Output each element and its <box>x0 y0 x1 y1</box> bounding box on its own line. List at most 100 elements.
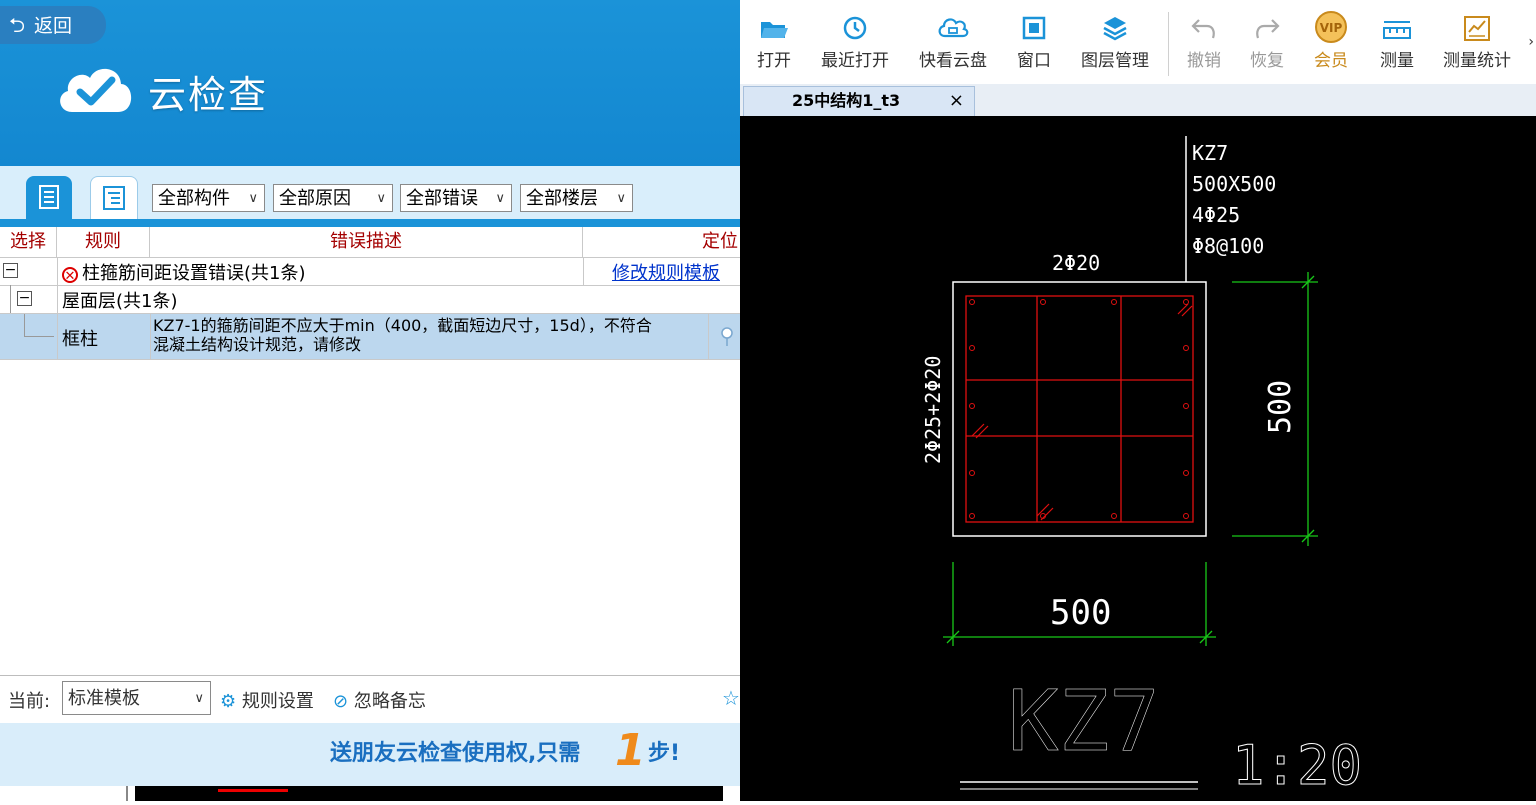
layer-manager-button[interactable]: 图层管理 <box>1078 14 1152 71</box>
redo-button[interactable]: 恢复 <box>1247 14 1287 71</box>
floor-group-row[interactable]: − 屋面层(共1条) <box>0 285 740 314</box>
back-label: 返回 <box>34 15 73 37</box>
strip-red-mark <box>218 789 288 792</box>
stirrup-hooks <box>971 303 1193 521</box>
promo-banner[interactable]: 送朋友云检查使用权,只需 1 步! <box>0 723 740 786</box>
dim-right-value: 500 <box>1263 380 1298 434</box>
error-description: KZ7-1的箍筋间距不应大于min（400，截面短边尺寸，15d），不符合 混凝… <box>153 316 652 354</box>
reason-filter-select[interactable]: 全部原因 ∨ <box>273 184 393 212</box>
window-label: 窗口 <box>1017 51 1051 71</box>
error-filter-select[interactable]: 全部错误 ∨ <box>400 184 512 212</box>
measure-stats-button[interactable]: 测量统计 <box>1440 14 1514 71</box>
clock-history-icon <box>843 16 867 40</box>
open-button[interactable]: 打开 <box>754 14 794 71</box>
open-label: 打开 <box>757 51 791 71</box>
measure-button[interactable]: 测量 <box>1377 14 1417 71</box>
grid-line <box>150 314 151 359</box>
column-header-select[interactable]: 选择 <box>0 227 57 257</box>
leader-text-size: 500X500 <box>1192 172 1276 196</box>
undo-button[interactable]: 撤销 <box>1184 14 1224 71</box>
floor-filter-select[interactable]: 全部楼层 ∨ <box>520 184 633 212</box>
result-grid-header: 选择 规则 错误描述 定位 <box>0 227 740 258</box>
error-group-title-wrap: ✕ 柱箍筋间距设置错误(共1条) <box>62 259 306 285</box>
chevron-down-icon: ∨ <box>616 191 626 206</box>
redo-label: 恢复 <box>1250 51 1284 71</box>
measure-label: 测量 <box>1380 51 1414 71</box>
side-rebar-label: 2Φ25+2Φ20 <box>921 356 945 464</box>
top-rebar-label: 2Φ20 <box>1052 251 1100 275</box>
grid-line <box>57 257 58 285</box>
back-button[interactable]: ⮌ 返回 <box>0 6 106 44</box>
tree-view-button[interactable] <box>90 176 138 223</box>
dim-bottom-value: 500 <box>1050 593 1111 633</box>
ignore-memo-button[interactable]: ⊘ 忽略备忘 <box>333 687 426 713</box>
strip-border <box>126 786 128 801</box>
rebar-dot <box>1183 403 1189 409</box>
edit-rule-template-link[interactable]: 修改规则模板 <box>612 259 720 285</box>
ignore-icon: ⊘ <box>333 691 349 712</box>
outer-stirrup <box>965 295 1194 523</box>
tree-line <box>24 336 54 337</box>
component-type: 框柱 <box>62 329 98 350</box>
layer-manager-label: 图层管理 <box>1081 51 1149 71</box>
promo-text-end: 步! <box>648 741 681 766</box>
rule-settings-label: 规则设置 <box>241 691 314 712</box>
ignore-memo-label: 忽略备忘 <box>353 691 426 712</box>
column-header-rule[interactable]: 规则 <box>57 227 150 257</box>
panel-header: ⮌ 返回 云检查 <box>0 0 740 166</box>
column-header-description[interactable]: 错误描述 <box>150 227 583 257</box>
toolbar-overflow-chevron-icon[interactable]: › <box>1528 34 1534 50</box>
hook <box>971 423 985 437</box>
drawing-canvas[interactable]: KZ7 500X500 4Φ25 Φ8@100 2Φ20 2Φ25+2Φ20 5… <box>740 116 1536 801</box>
grid-line <box>57 285 58 313</box>
tree-line <box>10 285 11 313</box>
ruler-icon <box>1383 21 1411 39</box>
star-icon[interactable]: ☆ <box>722 686 740 710</box>
column-header-locate[interactable]: 定位 <box>583 227 740 257</box>
undo-icon <box>1191 19 1215 39</box>
rebar-dot <box>969 513 975 519</box>
measure-stats-icon <box>1464 16 1490 41</box>
error-item-row[interactable]: 框柱 KZ7-1的箍筋间距不应大于min（400，截面短边尺寸，15d），不符合… <box>0 314 740 360</box>
column-title: KZ7 <box>1008 672 1160 770</box>
locate-pin-icon[interactable] <box>720 326 734 348</box>
document-tab-bar: 25中结构1_t3 × <box>740 84 1536 116</box>
tree-view-icon <box>103 186 125 210</box>
rebar-dot <box>1183 345 1189 351</box>
promo-text: 送朋友云检查使用权,只需 <box>330 741 581 766</box>
template-select[interactable]: 标准模板 ∨ <box>62 681 211 715</box>
rebar-dot <box>969 299 975 305</box>
chevron-down-icon: ∨ <box>248 191 258 206</box>
rebar-dot <box>969 403 975 409</box>
cloud-drive-button[interactable]: 快看云盘 <box>916 14 990 71</box>
recent-open-button[interactable]: 最近打开 <box>818 14 892 71</box>
rebar-dot <box>1183 470 1189 476</box>
drawing-viewer: 打开 最近打开 快看云盘 窗口 图层管理 撤销 恢复 VIP 会员 测量 测量统… <box>740 0 1536 801</box>
document-tab[interactable]: 25中结构1_t3 × <box>743 86 975 116</box>
promo-number: 1 <box>615 725 646 776</box>
cloud-drive-icon <box>938 18 969 38</box>
collapse-toggle[interactable]: − <box>17 291 32 306</box>
recent-open-label: 最近打开 <box>821 51 889 71</box>
toolbar-separator <box>1168 12 1169 76</box>
toolbar-divider <box>0 219 740 227</box>
rebar-dots <box>969 299 1189 519</box>
document-tab-label: 25中结构1_t3 <box>792 91 901 110</box>
hook <box>1181 305 1193 317</box>
component-filter-select[interactable]: 全部构件 ∨ <box>152 184 265 212</box>
cad-drawing[interactable]: KZ7 500X500 4Φ25 Φ8@100 2Φ20 2Φ25+2Φ20 5… <box>740 116 1536 801</box>
chevron-down-icon: ∨ <box>495 191 505 206</box>
redo-icon <box>1256 19 1280 39</box>
leader-text-name: KZ7 <box>1192 141 1228 165</box>
error-group-row[interactable]: − ✕ 柱箍筋间距设置错误(共1条) 修改规则模板 <box>0 257 740 286</box>
undo-label: 撤销 <box>1187 51 1221 71</box>
rule-settings-button[interactable]: ⚙ 规则设置 <box>220 687 314 713</box>
window-button[interactable]: 窗口 <box>1014 14 1054 71</box>
template-bar: 当前: 标准模板 ∨ ⚙ 规则设置 ⊘ 忽略备忘 ☆ <box>0 675 740 724</box>
list-view-button[interactable] <box>26 176 72 222</box>
grid-line <box>708 314 709 359</box>
close-tab-icon[interactable]: × <box>949 87 964 115</box>
rebar-dot <box>969 470 975 476</box>
vip-button[interactable]: VIP 会员 <box>1311 11 1351 71</box>
collapse-toggle[interactable]: − <box>3 263 18 278</box>
